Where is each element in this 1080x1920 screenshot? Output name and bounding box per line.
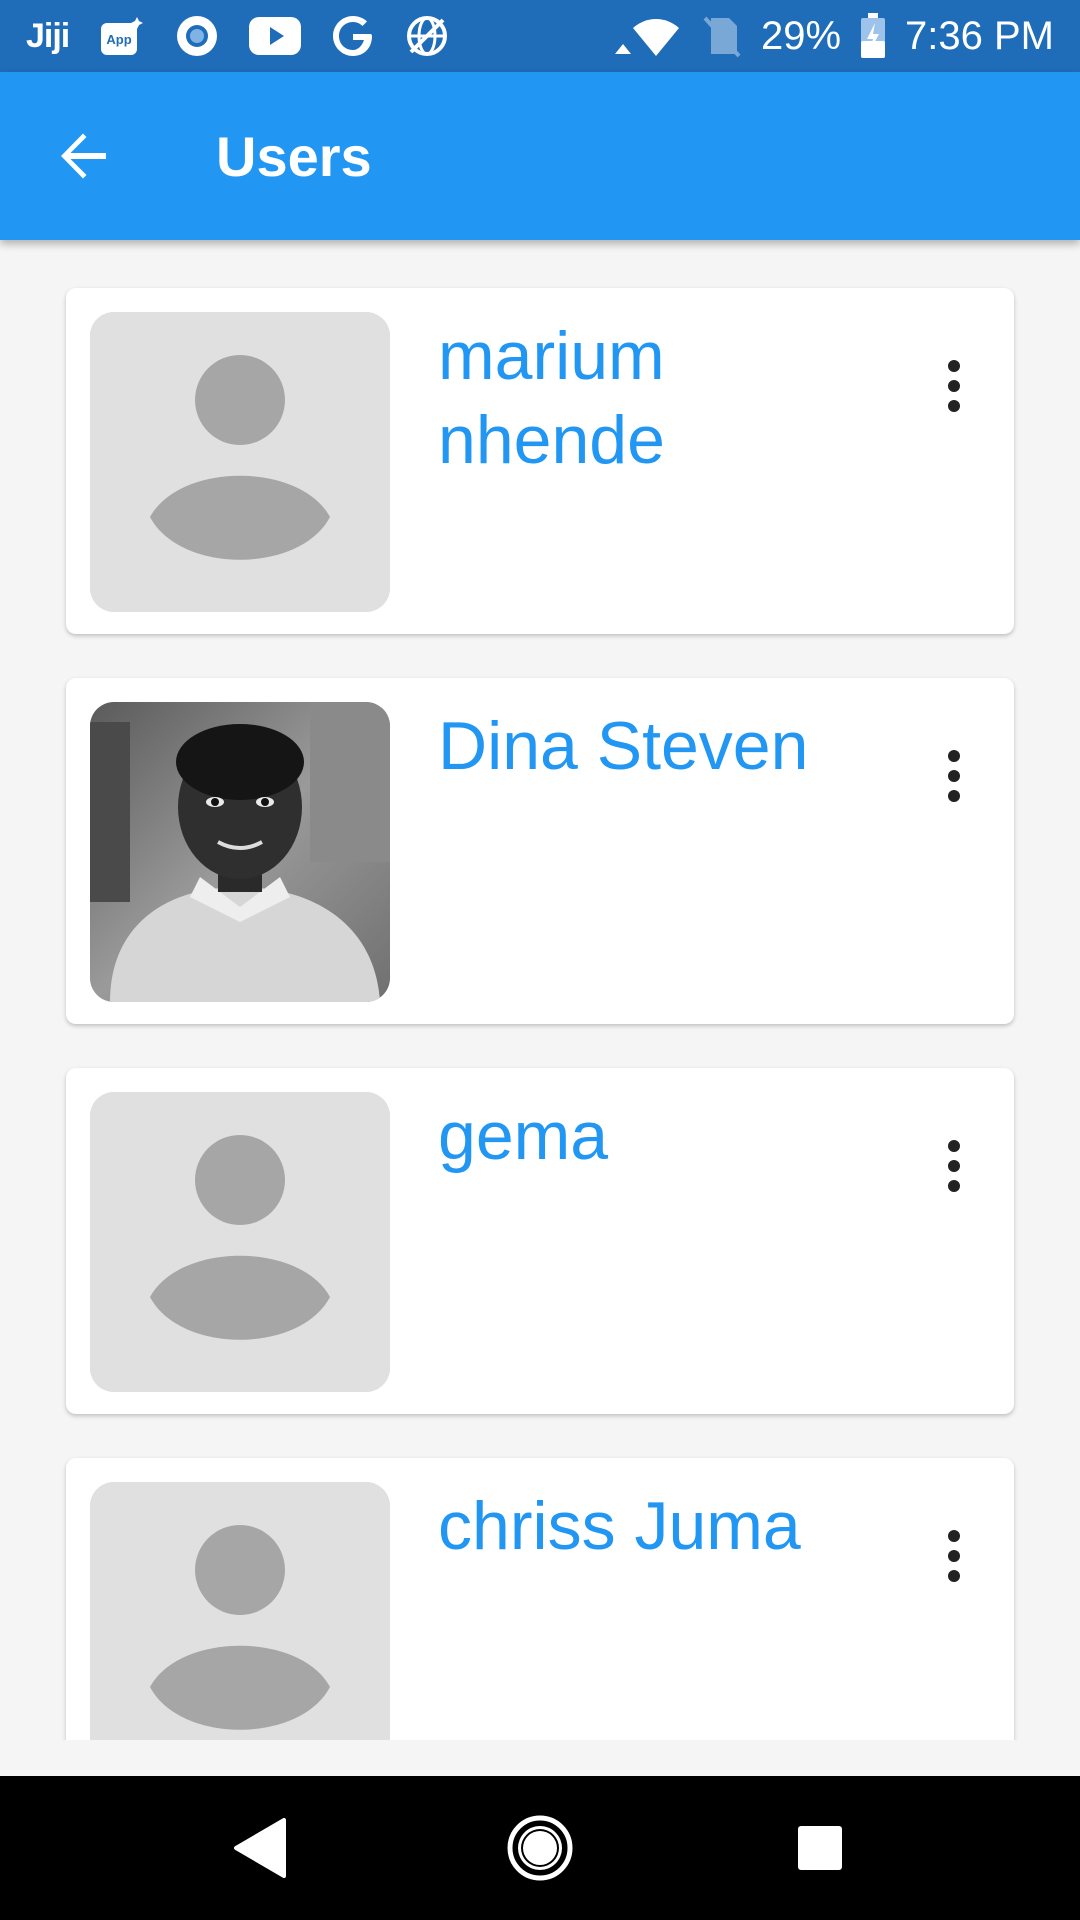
app-store-icon: App — [99, 15, 145, 57]
avatar-photo — [90, 702, 390, 1002]
nav-back-icon — [234, 1818, 286, 1878]
user-name[interactable]: marium nhende — [438, 314, 868, 482]
battery-charging-icon — [859, 13, 887, 59]
person-placeholder-icon — [90, 1482, 390, 1740]
no-sim-icon — [699, 14, 743, 58]
nav-home-icon — [507, 1815, 573, 1881]
svg-text:App: App — [107, 32, 132, 47]
avatar-placeholder — [90, 1482, 390, 1740]
back-button[interactable] — [24, 96, 144, 216]
user-card[interactable]: gema — [66, 1068, 1014, 1414]
nav-back-button[interactable] — [200, 1788, 320, 1908]
user-name[interactable]: gema — [438, 1094, 868, 1178]
user-card[interactable]: chriss Juma — [66, 1458, 1014, 1740]
person-placeholder-icon — [90, 1092, 390, 1392]
avatar-placeholder — [90, 312, 390, 612]
user-card[interactable]: Dina Steven — [66, 678, 1014, 1024]
network-globe-icon — [405, 14, 449, 58]
more-options-button[interactable] — [906, 728, 1002, 824]
arrow-back-icon — [61, 133, 106, 179]
status-bar: Jiji App 29% 7:36 PM — [0, 0, 1080, 72]
wifi-icon — [611, 14, 681, 58]
more-vert-icon — [948, 1140, 960, 1192]
browser-circle-icon — [175, 14, 219, 58]
youtube-icon — [249, 17, 302, 55]
user-name[interactable]: Dina Steven — [438, 704, 868, 788]
more-vert-icon — [948, 750, 960, 802]
status-time: 7:36 PM — [905, 13, 1054, 58]
user-photo — [90, 702, 390, 1002]
avatar-placeholder — [90, 1092, 390, 1392]
nav-recents-button[interactable] — [760, 1788, 880, 1908]
page-title: Users — [216, 124, 372, 188]
users-list[interactable]: marium nhende Dina Steven gema chriss Ju… — [0, 240, 1080, 1740]
more-options-button[interactable] — [906, 1508, 1002, 1604]
more-options-button[interactable] — [906, 1118, 1002, 1214]
app-bar: Users — [0, 72, 1080, 240]
more-options-button[interactable] — [906, 338, 1002, 434]
nav-home-button[interactable] — [480, 1788, 600, 1908]
system-nav-bar — [0, 1776, 1080, 1920]
battery-percent: 29% — [760, 13, 842, 58]
more-vert-icon — [948, 1530, 960, 1582]
user-card[interactable]: marium nhende — [66, 288, 1014, 634]
google-icon — [331, 14, 375, 58]
user-name[interactable]: chriss Juma — [438, 1484, 868, 1568]
more-vert-icon — [948, 360, 960, 412]
nav-recents-icon — [798, 1826, 842, 1870]
person-placeholder-icon — [90, 312, 390, 612]
jiji-app-icon: Jiji — [26, 16, 70, 55]
